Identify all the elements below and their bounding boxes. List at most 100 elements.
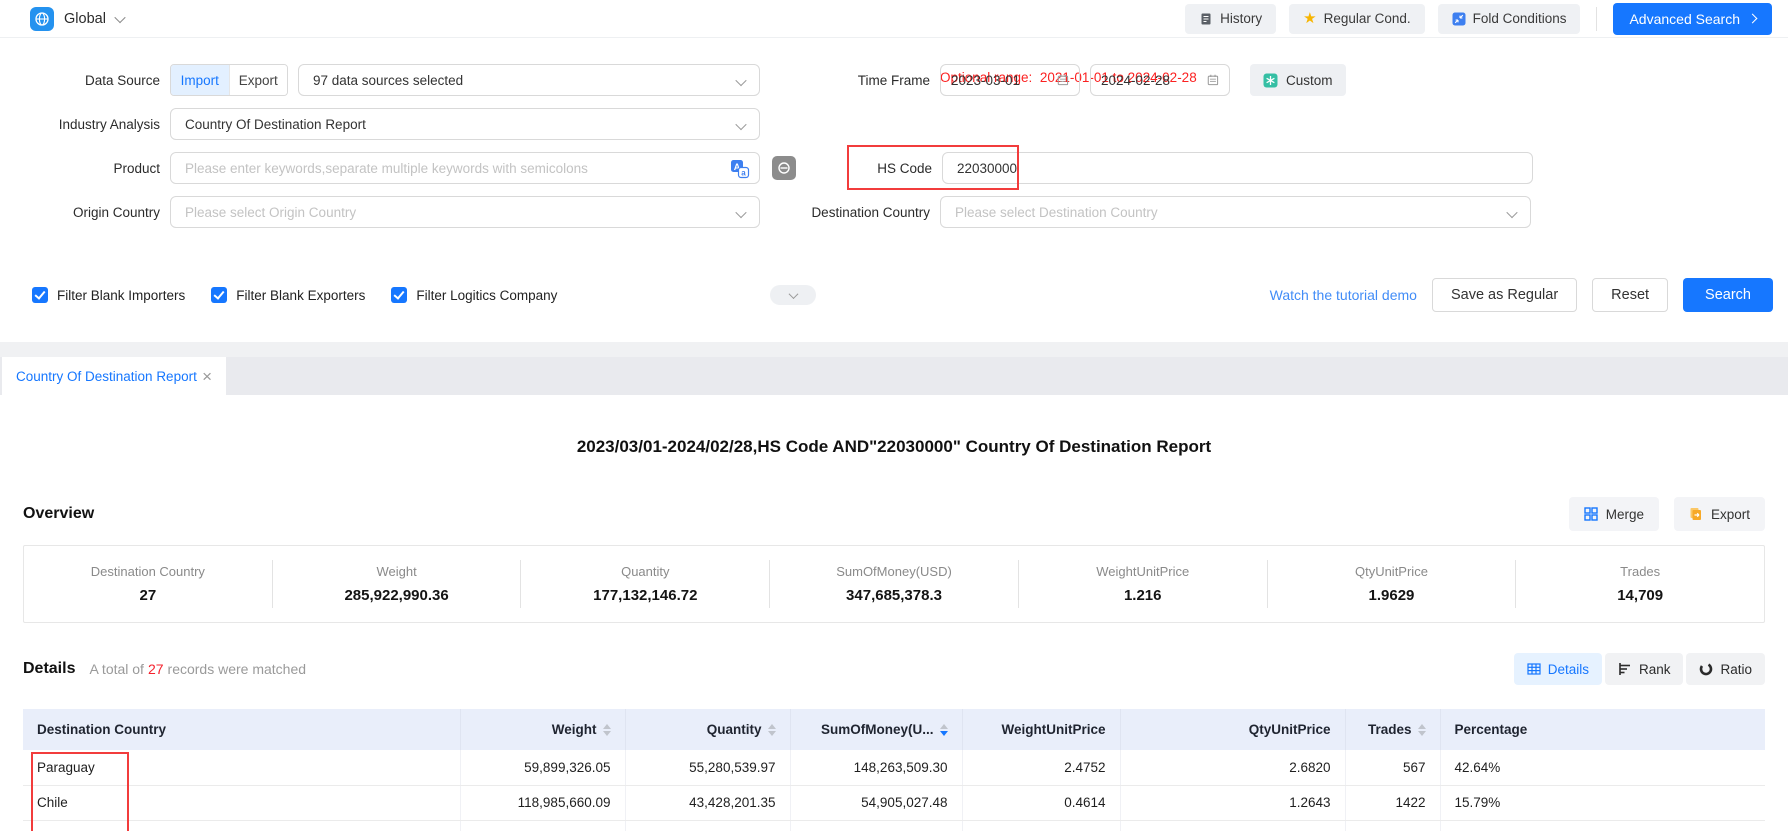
- calendar-icon: [1057, 73, 1069, 87]
- destination-country-select[interactable]: Please select Destination Country: [940, 196, 1531, 228]
- chevron-down-icon[interactable]: [114, 11, 125, 22]
- tab-country-of-destination-report[interactable]: Country Of Destination Report ×: [2, 357, 226, 395]
- sort-icon[interactable]: [603, 724, 611, 736]
- star-icon: ★: [1303, 11, 1316, 26]
- translate-icon[interactable]: Aa: [729, 158, 751, 185]
- checkbox-checked-icon[interactable]: [211, 287, 227, 303]
- rank-bars-icon: [1618, 662, 1632, 676]
- col-percentage: Percentage: [1440, 709, 1765, 750]
- merge-grid-icon: [1584, 507, 1598, 521]
- cell-sum-of-money: 48,242,978.56: [790, 820, 962, 831]
- cell-country[interactable]: Paraguay: [23, 750, 460, 785]
- regular-cond-button[interactable]: ★ Regular Cond.: [1289, 4, 1425, 34]
- tab-strip: Country Of Destination Report ×: [0, 357, 1788, 395]
- table-header-row: Destination Country Weight Quantity SumO…: [23, 709, 1765, 750]
- time-frame-label: Time Frame: [760, 73, 930, 88]
- top-bar: Global History ★ Regular Cond. Fold Cond…: [0, 0, 1788, 38]
- filter-logitics-company-checkbox[interactable]: Filter Logitics Company: [391, 287, 557, 303]
- fold-conditions-button[interactable]: Fold Conditions: [1438, 4, 1581, 34]
- cell-qty-unit-price: 2.6820: [1120, 750, 1345, 785]
- table-row-paraguay[interactable]: Paraguay 59,899,326.05 55,280,539.97 148…: [23, 750, 1765, 785]
- industry-analysis-select[interactable]: Country Of Destination Report: [170, 108, 760, 140]
- tab-close-icon[interactable]: ×: [202, 368, 212, 385]
- matched-count: 27: [144, 661, 168, 677]
- col-weight[interactable]: Weight: [460, 709, 625, 750]
- stat-quantity: Quantity 177,132,146.72: [520, 560, 769, 608]
- time-frame-end-input[interactable]: [1101, 73, 1201, 88]
- details-heading: Details: [23, 660, 75, 678]
- stat-value: 285,922,990.36: [344, 587, 448, 604]
- checkbox-checked-icon[interactable]: [391, 287, 407, 303]
- cell-country[interactable]: Panama: [23, 820, 460, 831]
- regular-cond-label: Regular Cond.: [1324, 11, 1411, 26]
- history-label: History: [1220, 11, 1262, 26]
- report-content: 2023/03/01-2024/02/28,HS Code AND"220300…: [0, 437, 1788, 831]
- origin-country-select[interactable]: Please select Origin Country: [170, 196, 760, 228]
- checkbox-checked-icon[interactable]: [32, 287, 48, 303]
- destination-country-label: Destination Country: [760, 205, 930, 220]
- hs-code-input[interactable]: [942, 152, 1533, 184]
- time-frame-start[interactable]: [940, 64, 1080, 96]
- origin-country-label: Origin Country: [0, 205, 160, 220]
- view-rank-button[interactable]: Rank: [1605, 653, 1684, 685]
- export-doc-icon: [1689, 507, 1703, 521]
- view-details-button[interactable]: Details: [1514, 653, 1602, 685]
- cell-sum-of-money: 54,905,027.48: [790, 785, 962, 820]
- sort-icon-active-desc[interactable]: [940, 724, 948, 736]
- chevron-down-icon: [735, 75, 746, 86]
- hs-code-label: HS Code: [796, 161, 932, 176]
- col-quantity[interactable]: Quantity: [625, 709, 790, 750]
- filter-blank-importers-checkbox[interactable]: Filter Blank Importers: [32, 287, 185, 303]
- advanced-search-button[interactable]: Advanced Search: [1613, 3, 1772, 35]
- region-selector-label[interactable]: Global: [64, 11, 106, 27]
- row-checkboxes-actions: Filter Blank Importers Filter Blank Expo…: [0, 278, 1788, 312]
- filter-blank-exporters-checkbox[interactable]: Filter Blank Exporters: [211, 287, 365, 303]
- export-button[interactable]: Export: [1674, 497, 1765, 531]
- custom-range-button[interactable]: Custom: [1250, 64, 1346, 96]
- history-button[interactable]: History: [1185, 4, 1276, 34]
- col-sum-of-money[interactable]: SumOfMoney(U...: [790, 709, 962, 750]
- cell-trades: 567: [1345, 750, 1440, 785]
- col-weight-unit-price: WeightUnitPrice: [962, 709, 1120, 750]
- stat-label: Trades: [1620, 564, 1660, 579]
- save-as-regular-button[interactable]: Save as Regular: [1432, 278, 1577, 312]
- import-toggle[interactable]: Import: [171, 65, 229, 95]
- product-input[interactable]: [171, 153, 759, 183]
- stat-label: QtyUnitPrice: [1355, 564, 1428, 579]
- stat-label: Weight: [376, 564, 416, 579]
- cell-weight: 45,939,483.46: [460, 820, 625, 831]
- topbar-actions: History ★ Regular Cond. Fold Conditions …: [1185, 3, 1772, 35]
- cell-trades: 2027: [1345, 820, 1440, 831]
- search-button[interactable]: Search: [1683, 278, 1773, 312]
- exclude-circle-icon[interactable]: [772, 156, 796, 180]
- reset-button[interactable]: Reset: [1592, 278, 1668, 312]
- cell-country[interactable]: Chile: [23, 785, 460, 820]
- export-label: Export: [1711, 507, 1750, 522]
- time-frame-end[interactable]: [1090, 64, 1230, 96]
- cell-quantity: 6,141,265.80: [625, 820, 790, 831]
- row-product-hscode: Product Aa HS Code: [0, 152, 1788, 184]
- table-row-panama[interactable]: Panama 45,939,483.46 6,141,265.80 48,242…: [23, 820, 1765, 831]
- cell-quantity: 55,280,539.97: [625, 750, 790, 785]
- sort-icon[interactable]: [768, 724, 776, 736]
- product-input-wrap: Aa: [170, 152, 760, 184]
- collapse-filters-button[interactable]: [770, 285, 816, 305]
- col-trades[interactable]: Trades: [1345, 709, 1440, 750]
- globe-icon[interactable]: [30, 7, 54, 31]
- table-row-chile[interactable]: Chile 118,985,660.09 43,428,201.35 54,90…: [23, 785, 1765, 820]
- cell-qty-unit-price: 1.2643: [1120, 785, 1345, 820]
- fold-conditions-label: Fold Conditions: [1473, 11, 1567, 26]
- export-toggle[interactable]: Export: [229, 65, 288, 95]
- matched-suffix: records were matched: [168, 661, 307, 677]
- stat-value: 1.9629: [1369, 587, 1415, 604]
- stat-destination-country: Destination Country 27: [24, 560, 272, 608]
- view-ratio-button[interactable]: Ratio: [1686, 653, 1765, 685]
- sort-icon[interactable]: [1418, 724, 1426, 736]
- time-frame-start-input[interactable]: [951, 73, 1051, 88]
- merge-button[interactable]: Merge: [1569, 497, 1659, 531]
- cell-weight: 59,899,326.05: [460, 750, 625, 785]
- tutorial-demo-link[interactable]: Watch the tutorial demo: [1270, 287, 1417, 303]
- stat-label: Destination Country: [91, 564, 205, 579]
- cell-percentage: 13.88%: [1440, 820, 1765, 831]
- data-sources-select[interactable]: 97 data sources selected: [298, 64, 760, 96]
